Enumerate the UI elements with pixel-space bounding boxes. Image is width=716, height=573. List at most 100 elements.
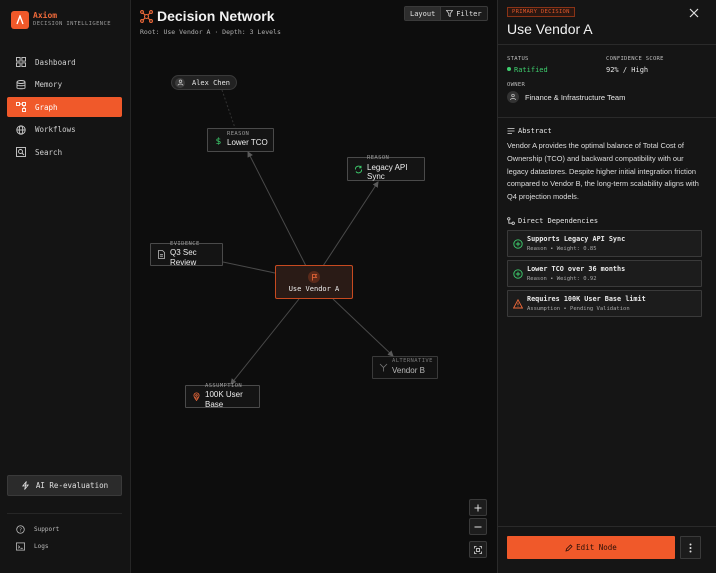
fit-view-button[interactable] <box>469 541 487 558</box>
layout-button[interactable]: Layout <box>405 7 442 20</box>
dashboard-icon <box>16 57 26 67</box>
abstract-heading: Abstract <box>507 127 552 135</box>
sidebar-item-label: Logs <box>34 543 49 550</box>
edge-person-link <box>221 89 236 129</box>
avatar <box>507 91 519 103</box>
zoom-in-button[interactable] <box>469 499 487 516</box>
sidebar-item-graph[interactable]: Graph <box>7 97 122 117</box>
sidebar-item-memory[interactable]: Memory <box>7 75 122 95</box>
plus-icon <box>474 504 482 511</box>
graph-node-q3-sec-review[interactable]: EVIDENCE Q3 Sec Review <box>150 241 223 267</box>
canvas-subtitle: Root: Use Vendor A · Depth: 3 Levels <box>140 28 281 36</box>
edit-node-label: Edit Node <box>576 543 617 552</box>
document-icon <box>158 250 165 259</box>
edge-to-assumption <box>230 298 300 385</box>
person-node[interactable]: Alex Chen <box>171 75 237 90</box>
flag-icon <box>308 271 320 283</box>
avatar <box>175 77 185 88</box>
warning-icon <box>513 298 523 308</box>
graph-node-100k-user-base[interactable]: ASSUMPTION 100K User Base <box>185 382 260 409</box>
graph-node-vendor-b[interactable]: ALTERNATIVE Vendor B <box>372 356 438 379</box>
close-icon[interactable] <box>688 7 700 19</box>
search-icon <box>16 147 26 157</box>
dependencies-icon <box>507 217 515 225</box>
network-icon <box>140 9 153 23</box>
node-kind: REASON <box>227 130 250 137</box>
team-icon <box>510 93 516 101</box>
canvas-toolbar: Layout Filter <box>404 6 488 21</box>
divider <box>7 513 122 514</box>
sidebar-item-label: Support <box>34 526 60 533</box>
sidebar-item-label: Graph <box>35 102 58 112</box>
sidebar-item-support[interactable]: ? Support <box>16 525 59 534</box>
more-options-button[interactable] <box>680 536 701 559</box>
dependency-title: Requires 100K User Base limit <box>527 295 646 303</box>
abstract-text: Vendor A provides the optimal balance of… <box>507 141 699 202</box>
zoom-out-button[interactable] <box>469 518 487 535</box>
sidebar: Axiom DECISION INTELLIGENCE Dashboard Me… <box>0 0 131 573</box>
sidebar-item-search[interactable]: Search <box>7 142 122 162</box>
plus-circle-icon <box>513 268 523 279</box>
sidebar-item-label: Search <box>35 147 63 157</box>
detail-panel: PRIMARY DECISION Use Vendor A STATUS Rat… <box>497 0 716 573</box>
graph-node-legacy-api-sync[interactable]: REASON Legacy API Sync <box>347 155 425 182</box>
user-icon <box>177 79 183 86</box>
owner-label: OWNER <box>507 82 526 88</box>
more-vertical-icon <box>689 543 692 552</box>
help-icon: ? <box>16 525 25 534</box>
node-label: Legacy API Sync <box>367 162 408 182</box>
edge-to-vendor-b <box>332 298 394 357</box>
sidebar-item-workflows[interactable]: Workflows <box>7 120 122 140</box>
ai-reevaluation-label: AI Re-evaluation <box>35 481 109 490</box>
status-badge: Ratified <box>507 66 548 74</box>
dependency-item[interactable]: Requires 100K User Base limit Assumption… <box>507 290 702 317</box>
dependency-item[interactable]: Lower TCO over 36 months Reason • Weight… <box>507 260 702 287</box>
svg-text:$: $ <box>216 137 222 145</box>
graph-icon <box>16 102 26 112</box>
terminal-icon <box>16 542 25 551</box>
sidebar-item-label: Memory <box>35 80 63 89</box>
layout-label: Layout <box>410 9 436 18</box>
graph-node-lower-tco[interactable]: $ REASON Lower TCO <box>207 128 274 152</box>
node-kind: ASSUMPTION <box>205 382 243 389</box>
fit-screen-icon <box>474 545 482 554</box>
divider <box>498 526 716 527</box>
graph-canvas[interactable]: Decision Network Root: Use Vendor A · De… <box>131 0 497 573</box>
branch-icon <box>379 363 388 372</box>
edge-from-evidence <box>222 261 276 274</box>
abstract-heading-label: Abstract <box>518 127 552 135</box>
divider <box>498 117 716 118</box>
dependencies-heading-label: Direct Dependencies <box>518 217 599 225</box>
confidence-label: CONFIDENCE SCORE <box>606 56 664 62</box>
filter-label: Filter <box>456 9 482 18</box>
divider <box>498 44 716 45</box>
minus-icon <box>474 526 482 527</box>
node-label: Lower TCO <box>227 138 268 148</box>
dependencies-heading: Direct Dependencies <box>507 217 598 225</box>
sidebar-item-logs[interactable]: Logs <box>16 542 48 551</box>
dependency-meta: Reason • Weight: 0.85 <box>527 246 597 252</box>
status-value: Ratified <box>514 66 548 74</box>
dependency-meta: Assumption • Pending Validation <box>527 306 630 312</box>
dollar-icon: $ <box>216 137 222 145</box>
sidebar-item-label: Dashboard <box>35 57 76 67</box>
node-kind: REASON <box>367 155 390 162</box>
filter-icon <box>446 10 454 17</box>
brand[interactable]: Axiom DECISION INTELLIGENCE <box>11 11 111 29</box>
ai-reevaluation-button[interactable]: AI Re-evaluation <box>7 475 122 496</box>
edit-node-button[interactable]: Edit Node <box>507 536 675 559</box>
brand-subtitle: DECISION INTELLIGENCE <box>33 21 111 28</box>
page-title: Decision Network <box>157 8 275 24</box>
owner: Finance & Infrastructure Team <box>507 91 625 103</box>
filter-button[interactable]: Filter <box>441 7 486 20</box>
status-label: STATUS <box>507 56 529 62</box>
plus-circle-icon <box>513 238 523 249</box>
globe-icon <box>16 124 26 135</box>
graph-node-use-vendor-a[interactable]: Use Vendor A <box>275 265 353 299</box>
dependency-title: Lower TCO over 36 months <box>527 265 626 273</box>
pencil-icon <box>565 543 573 552</box>
node-label: Vendor B <box>392 365 425 375</box>
pin-icon <box>193 392 200 401</box>
sidebar-item-dashboard[interactable]: Dashboard <box>7 52 122 72</box>
dependency-item[interactable]: Supports Legacy API Sync Reason • Weight… <box>507 230 702 257</box>
